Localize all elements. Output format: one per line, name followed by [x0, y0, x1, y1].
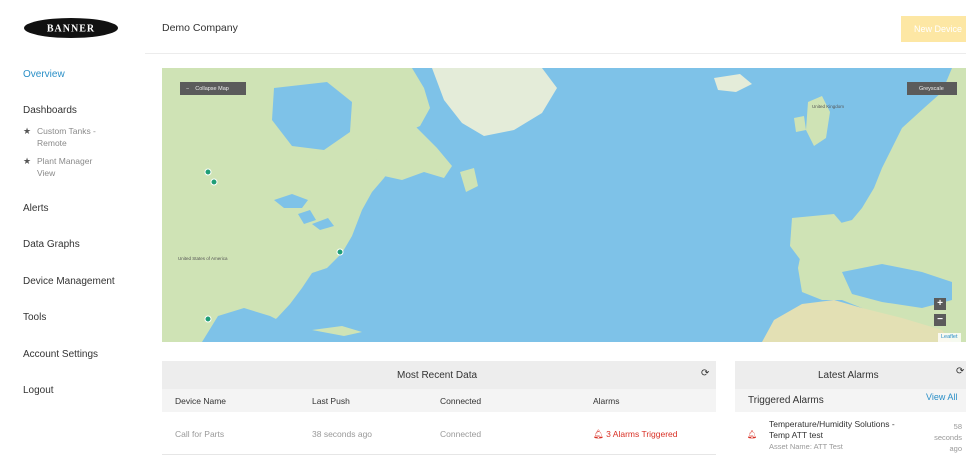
sidebar: BANNER Overview Dashboards ★ Custom Tank… — [0, 0, 145, 460]
collapse-map-button[interactable]: − Collapse Map — [180, 82, 246, 95]
map-label-uk: United Kingdom — [812, 104, 845, 109]
nav-overview[interactable]: Overview — [23, 69, 65, 80]
map-tiles — [162, 68, 966, 342]
new-device-button[interactable]: New Device — [901, 16, 966, 42]
alarm-name[interactable]: Temperature/Humidity Solutions - Temp AT… — [769, 419, 895, 441]
zoom-in-button[interactable]: + — [934, 298, 946, 310]
alarm-asset-name: Asset Name: ATT Test — [769, 442, 843, 451]
latest-alarms-title: Latest Alarms — [818, 370, 879, 381]
alarm-name-line1: Temperature/Humidity Solutions - — [769, 419, 895, 429]
device-marker[interactable] — [210, 178, 218, 186]
nav-data-graphs[interactable]: Data Graphs — [23, 239, 80, 250]
alarm-time-line3: ago — [949, 444, 962, 453]
cell-device-name[interactable]: Call for Parts — [175, 429, 224, 439]
column-header-connected[interactable]: Connected — [440, 396, 481, 406]
collapse-map-label: Collapse Map — [195, 85, 229, 92]
svg-text:BANNER: BANNER — [47, 24, 95, 35]
recent-data-column-header-bar — [162, 389, 716, 412]
device-marker[interactable] — [204, 168, 212, 176]
header-divider — [145, 53, 966, 54]
refresh-icon[interactable]: ⟳ — [956, 366, 964, 377]
nav-account-settings[interactable]: Account Settings — [23, 349, 98, 360]
nav-dashboards[interactable]: Dashboards — [23, 105, 77, 116]
alarm-timestamp: 58 seconds ago — [926, 421, 962, 454]
nav-logout[interactable]: Logout — [23, 385, 54, 396]
dashboard-item-line2: View — [37, 168, 56, 178]
device-marker[interactable] — [336, 248, 344, 256]
map-view[interactable]: United States of America United Kingdom … — [162, 68, 966, 342]
row-divider — [162, 454, 716, 455]
alarm-time-line1: 58 — [953, 422, 962, 431]
dashboard-item-line1: Custom Tanks - — [37, 126, 96, 136]
app-window: BANNER Overview Dashboards ★ Custom Tank… — [0, 0, 966, 460]
alarm-time-line2: seconds — [934, 433, 962, 442]
star-icon: ★ — [23, 156, 32, 166]
minus-icon: − — [186, 85, 190, 92]
dashboard-item-custom-tanks[interactable]: ★ Custom Tanks - Remote — [23, 125, 133, 149]
banner-logo[interactable]: BANNER — [23, 17, 119, 39]
nav-alerts[interactable]: Alerts — [23, 203, 49, 214]
alarms-triggered-text: 3 Alarms Triggered — [606, 429, 678, 439]
star-icon: ★ — [23, 126, 32, 136]
dashboard-item-line1: Plant Manager — [37, 156, 93, 166]
view-all-link[interactable]: View All — [926, 392, 957, 402]
company-name: Demo Company — [162, 22, 238, 34]
recent-data-title: Most Recent Data — [397, 370, 478, 381]
bell-icon: 🔔︎ — [747, 430, 758, 439]
alarm-name-line2: Temp ATT test — [769, 430, 824, 440]
column-header-last-push[interactable]: Last Push — [312, 396, 350, 406]
dashboard-item-line2: Remote — [37, 138, 67, 148]
device-marker[interactable] — [204, 315, 212, 323]
nav-tools[interactable]: Tools — [23, 312, 46, 323]
cell-connected: Connected — [440, 429, 482, 439]
dashboard-item-plant-manager[interactable]: ★ Plant Manager View — [23, 155, 133, 179]
column-header-alarms[interactable]: Alarms — [593, 396, 619, 406]
triggered-alarms-subtitle: Triggered Alarms — [748, 395, 824, 406]
leaflet-attribution[interactable]: Leaflet — [938, 333, 961, 342]
refresh-icon[interactable]: ⟳ — [701, 368, 709, 379]
bell-icon: 🔔︎ — [593, 429, 604, 439]
cell-last-push: 38 seconds ago — [312, 429, 373, 439]
cell-alarms[interactable]: 🔔︎ 3 Alarms Triggered — [593, 429, 678, 440]
column-header-device-name[interactable]: Device Name — [175, 396, 226, 406]
nav-device-management[interactable]: Device Management — [23, 276, 115, 287]
zoom-out-button[interactable]: − — [934, 314, 946, 326]
map-label-usa: United States of America — [178, 256, 228, 261]
greyscale-button[interactable]: Greyscale — [907, 82, 957, 95]
